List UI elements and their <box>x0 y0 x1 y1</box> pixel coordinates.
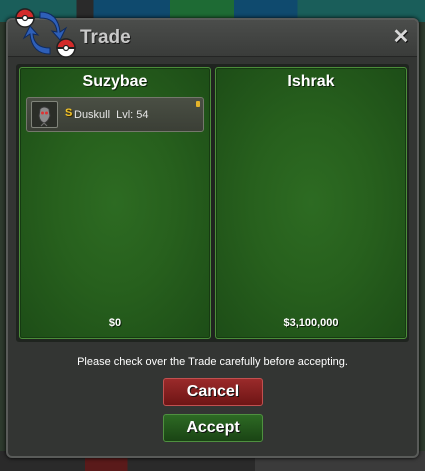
game-background-right <box>419 22 425 451</box>
close-button[interactable]: ✕ <box>391 27 411 47</box>
trade-window: Trade ✕ Suzybae S Duskull Lvl: 54 $0 Ish… <box>6 8 419 458</box>
shiny-badge: S <box>65 107 73 119</box>
held-item-marker <box>196 101 200 107</box>
player-name-right: Ishrak <box>287 73 335 90</box>
close-icon: ✕ <box>392 26 410 48</box>
money-right: $3,100,000 <box>283 317 339 329</box>
trade-pokeballs-icon <box>15 8 76 58</box>
player-name-left: Suzybae <box>82 73 148 90</box>
cancel-button[interactable]: Cancel <box>163 378 263 406</box>
money-left: $0 <box>108 317 122 329</box>
accept-button[interactable]: Accept <box>163 414 263 442</box>
item-label: Duskull Lvl: 54 <box>74 109 149 121</box>
trade-panels: Suzybae S Duskull Lvl: 54 $0 Ishrak $3,1… <box>16 64 409 342</box>
duskull-sprite-icon <box>31 101 58 128</box>
pokemon-level: Lvl: 54 <box>116 109 149 121</box>
trade-panel-right: Ishrak $3,100,000 <box>215 67 407 339</box>
trade-item-slot[interactable]: S Duskull Lvl: 54 <box>26 97 204 132</box>
window-title: Trade <box>80 27 131 48</box>
pokemon-name: Duskull <box>74 109 111 121</box>
trade-notice: Please check over the Trade carefully be… <box>77 356 348 368</box>
trade-panel-left: Suzybae S Duskull Lvl: 54 $0 <box>19 67 211 339</box>
